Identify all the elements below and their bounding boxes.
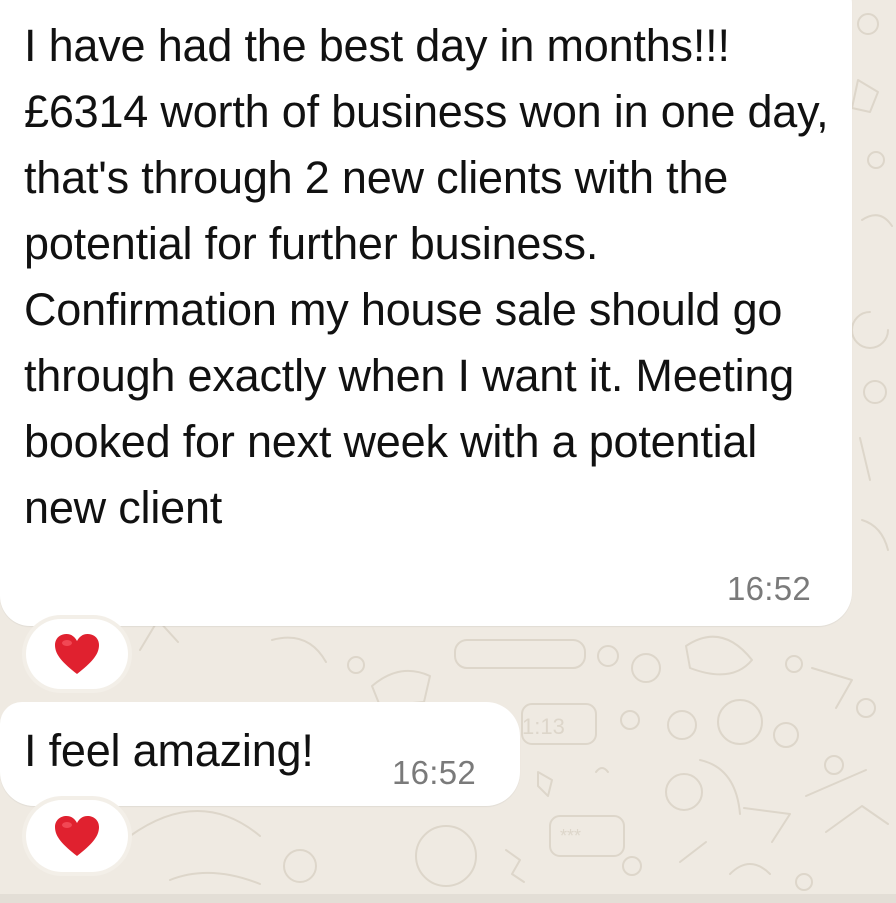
heart-icon [55,816,99,856]
message-1-timestamp: 16:52 [727,570,812,607]
message-1-text: I have had the best day in months!!! £63… [24,20,829,533]
heart-icon [55,634,99,674]
svg-text:***: *** [560,826,581,846]
message-1-reaction[interactable] [26,619,128,689]
message-2-timestamp: 16:52 [392,754,477,791]
message-2-text: I feel amazing! [24,725,314,776]
svg-text:1:13: 1:13 [522,714,565,739]
bottom-divider [0,894,896,903]
message-2-reaction[interactable] [26,800,128,872]
